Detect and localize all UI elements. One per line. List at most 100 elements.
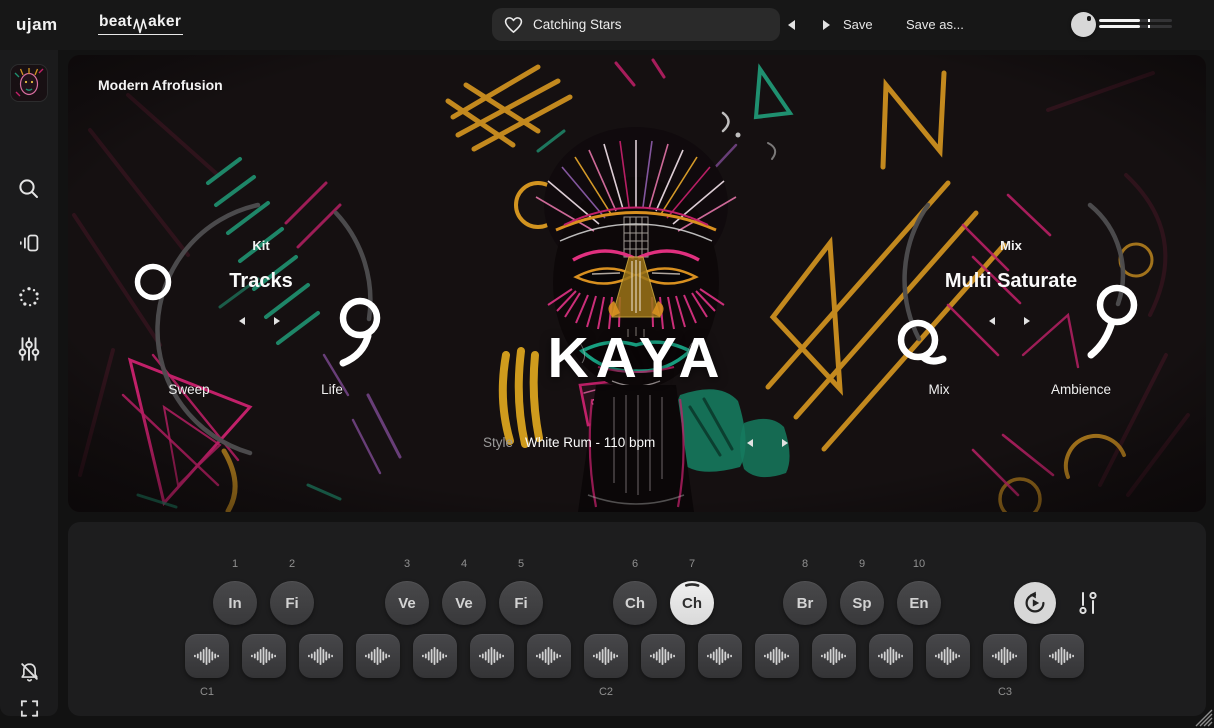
phrase-pad-group — [413, 634, 457, 678]
phrase-pad-10[interactable] — [698, 634, 742, 678]
resize-grip[interactable] — [1195, 709, 1213, 727]
waveform-icon — [820, 645, 848, 667]
part-pad-10[interactable]: En — [897, 581, 941, 625]
fullscreen-button[interactable] — [12, 691, 46, 725]
sweep-knob-label: Sweep — [129, 382, 249, 397]
kit-caption: Kit — [181, 238, 341, 253]
next-preset-button[interactable] — [818, 17, 834, 33]
part-pad-7[interactable]: Ch — [670, 581, 714, 625]
topbar: ujam beataker Catching Stars Save Save a… — [0, 0, 1214, 50]
style-caption: Style — [453, 435, 513, 450]
stage-panel: Modern Afrofusion Kit Tracks Mix Multi S… — [68, 55, 1206, 512]
preset-title: Modern Afrofusion — [98, 77, 223, 93]
part-pad-number: 5 — [499, 558, 543, 572]
browser-button[interactable] — [12, 226, 46, 260]
part-pad-number: 3 — [385, 558, 429, 572]
phrase-pad-12[interactable] — [812, 634, 856, 678]
waveform-icon — [535, 645, 563, 667]
waveform-icon — [364, 645, 392, 667]
phrase-pad-group — [356, 634, 400, 678]
save-as-button[interactable]: Save as... — [906, 17, 964, 32]
part-pad-9[interactable]: Sp — [840, 581, 884, 625]
part-pad-group: 3 Ve — [385, 558, 429, 625]
volume-knob-indicator — [1087, 16, 1092, 21]
part-pad-1[interactable]: In — [213, 581, 257, 625]
phrase-pad-14[interactable] — [926, 634, 970, 678]
part-pad-6[interactable]: Ch — [613, 581, 657, 625]
loop-play-icon — [1023, 591, 1047, 615]
volume-knob[interactable] — [1071, 12, 1096, 37]
style-selector: Style White Rum - 110 bpm — [68, 435, 1206, 455]
part-pad-number: 2 — [270, 558, 314, 572]
favorite-heart-icon[interactable] — [504, 16, 523, 34]
waveform-icon — [307, 645, 335, 667]
part-pad-number: 10 — [897, 558, 941, 572]
pad-mixer-button[interactable] — [1075, 590, 1101, 616]
ambience-knob-label: Ambience — [1021, 382, 1141, 397]
style-value[interactable]: White Rum - 110 bpm — [525, 435, 655, 450]
style-prev-button[interactable] — [742, 435, 758, 451]
mix-value[interactable]: Multi Saturate — [911, 270, 1111, 293]
phrase-pad-16[interactable] — [1040, 634, 1084, 678]
part-pad-2[interactable]: Fi — [270, 581, 314, 625]
next-arrow-icon — [782, 439, 788, 447]
part-pad-8[interactable]: Br — [783, 581, 827, 625]
phrase-pad-13[interactable] — [869, 634, 913, 678]
phrase-pad-7[interactable] — [527, 634, 571, 678]
kit-prev-button[interactable] — [234, 313, 250, 329]
sidebar — [0, 50, 58, 716]
waveform-icon — [592, 645, 620, 667]
beatmaker-window: ujam beataker Catching Stars Save Save a… — [0, 0, 1214, 728]
browser-icon — [17, 231, 41, 255]
part-pad-4[interactable]: Ve — [442, 581, 486, 625]
phrase-pad-6[interactable] — [470, 634, 514, 678]
phrase-pad-group: C2 — [584, 634, 628, 678]
phrase-pad-group — [926, 634, 970, 678]
part-pad-number: 7 — [670, 558, 714, 572]
loop-button[interactable] — [1014, 582, 1056, 624]
mixer-faders-icon — [18, 336, 40, 362]
waveform-icon — [649, 645, 677, 667]
save-button[interactable]: Save — [843, 17, 873, 32]
phrase-pad-3[interactable] — [299, 634, 343, 678]
phrase-pad-1[interactable] — [185, 634, 229, 678]
phrase-pad-11[interactable] — [755, 634, 799, 678]
part-pad-3[interactable]: Ve — [385, 581, 429, 625]
notifications-off-button[interactable] — [12, 655, 46, 689]
part-pad-group: 1In — [213, 558, 257, 625]
prev-arrow-icon — [747, 439, 753, 447]
next-arrow-icon — [1024, 317, 1030, 325]
search-button[interactable] — [12, 172, 46, 206]
phrase-pad-4[interactable] — [356, 634, 400, 678]
mix-prev-button[interactable] — [984, 313, 1000, 329]
part-pad-group: 6 Ch — [613, 558, 657, 625]
phrase-pad-15[interactable] — [983, 634, 1027, 678]
phrase-pad-2[interactable] — [242, 634, 286, 678]
note-label: C1 — [185, 686, 229, 698]
phrase-pad-5[interactable] — [413, 634, 457, 678]
prev-preset-button[interactable] — [783, 17, 799, 33]
avatar[interactable] — [11, 65, 47, 101]
part-pad-group: 10 En — [897, 558, 941, 625]
part-progress-arc — [670, 581, 714, 625]
phrase-pad-group — [299, 634, 343, 678]
part-pad-group: 9Sp — [840, 558, 884, 625]
preset-selector[interactable]: Catching Stars — [492, 8, 780, 41]
next-arrow-icon — [823, 20, 830, 30]
part-pad-5[interactable]: Fi — [499, 581, 543, 625]
phrase-pad-8[interactable] — [584, 634, 628, 678]
mini-sliders-icon — [1077, 590, 1099, 616]
part-pad-number: 6 — [613, 558, 657, 572]
waveform-icon — [763, 645, 791, 667]
kit-next-button[interactable] — [269, 313, 285, 329]
phrase-pad-group — [470, 634, 514, 678]
style-next-button[interactable] — [777, 435, 793, 451]
part-pad-group: 5 Fi — [499, 558, 543, 625]
part-pad-group: 7 Ch — [670, 558, 714, 625]
note-label: C3 — [983, 686, 1027, 698]
phrase-pad-9[interactable] — [641, 634, 685, 678]
kit-value[interactable]: Tracks — [161, 270, 361, 293]
mixer-button[interactable] — [12, 332, 46, 366]
mix-next-button[interactable] — [1019, 313, 1035, 329]
pattern-dots-button[interactable] — [12, 280, 46, 314]
